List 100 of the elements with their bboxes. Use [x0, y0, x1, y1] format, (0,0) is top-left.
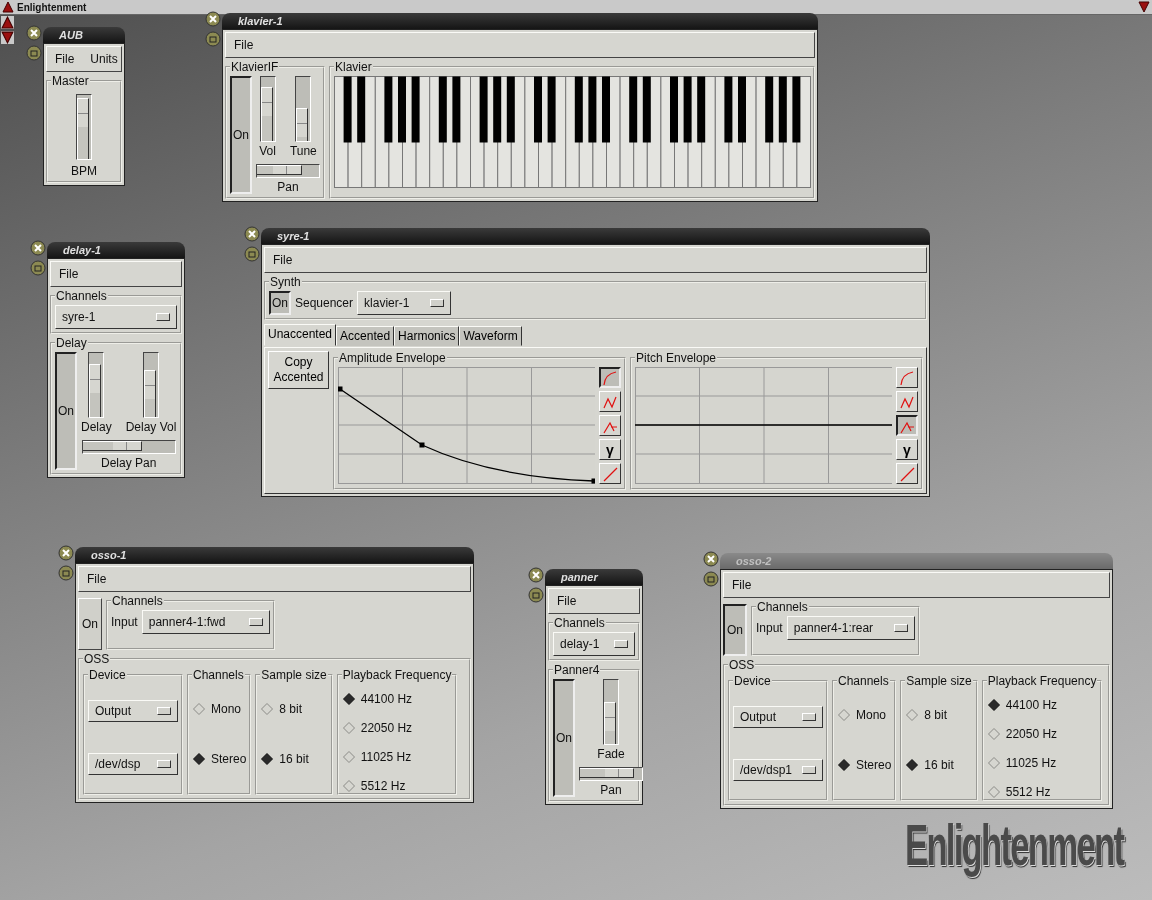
radio-button[interactable] — [906, 709, 919, 721]
channel-dropdown[interactable]: syre-1 — [55, 305, 177, 329]
piano-keyboard-drawing[interactable] — [334, 76, 812, 188]
menu-item[interactable]: File — [234, 38, 254, 52]
slider-thumb[interactable] — [580, 768, 634, 778]
slider-label: Pan — [277, 180, 299, 194]
desktop-title: Enlightenment — [17, 1, 87, 13]
group-label: OSS — [728, 658, 756, 672]
radio-button[interactable] — [261, 703, 274, 715]
radio-button[interactable] — [987, 785, 1000, 798]
option-label: 5512 Hz — [1005, 784, 1051, 799]
device-dropdown[interactable]: /dev/dsp — [88, 752, 178, 775]
radio-button[interactable] — [987, 756, 1000, 769]
power-toggle[interactable]: On — [553, 679, 575, 797]
tab[interactable]: Accented — [336, 326, 395, 346]
radio-button[interactable] — [838, 709, 850, 721]
shade-icon[interactable] — [703, 571, 719, 587]
radio-button[interactable] — [342, 721, 355, 734]
option-label: 44100 Hz — [1005, 697, 1058, 712]
curve-tool-button[interactable] — [599, 367, 621, 388]
power-toggle[interactable]: On — [269, 291, 291, 315]
slider-thumb[interactable] — [604, 701, 616, 744]
radio-button[interactable] — [838, 759, 850, 771]
sequencer-dropdown[interactable]: klavier-1 — [357, 291, 452, 315]
up-arrow-icon[interactable] — [1, 16, 14, 29]
group-label: Master — [51, 74, 90, 88]
slider-thumb[interactable] — [257, 165, 303, 175]
menu-item[interactable]: File — [87, 572, 107, 586]
close-icon[interactable] — [30, 240, 46, 256]
radio-button[interactable] — [342, 692, 355, 705]
group-label: Pitch Envelope — [635, 351, 718, 365]
window-title: panner — [561, 571, 598, 583]
close-icon[interactable] — [26, 25, 42, 41]
slider-label: Delay Vol — [125, 420, 177, 434]
shade-icon[interactable] — [528, 587, 544, 603]
radio-button[interactable] — [261, 753, 274, 765]
menu-item[interactable]: File — [59, 267, 79, 281]
device-dropdown[interactable]: Output — [88, 699, 178, 722]
curve-tool-button[interactable] — [896, 415, 918, 436]
menu-item[interactable]: File — [732, 578, 752, 592]
up-arrow-icon[interactable] — [2, 1, 14, 13]
option-label: 22050 Hz — [360, 720, 413, 735]
curve-curve-icon — [898, 368, 916, 387]
group-label: Delay — [55, 336, 88, 350]
copy-accented-button[interactable]: Copy Accented — [268, 351, 329, 389]
down-arrow-icon[interactable] — [1138, 1, 1150, 13]
radio-button[interactable] — [342, 750, 355, 763]
slider-thumb[interactable] — [296, 107, 309, 141]
slider-thumb[interactable] — [89, 363, 102, 417]
device-dropdown[interactable]: /dev/dsp1 — [733, 758, 823, 781]
radio-button[interactable] — [342, 779, 355, 792]
slider-thumb[interactable] — [144, 369, 157, 417]
power-toggle[interactable]: On — [78, 598, 102, 650]
slider-thumb[interactable] — [77, 98, 89, 159]
radio-button[interactable] — [193, 753, 205, 765]
group-label: Sample size — [905, 674, 973, 688]
input-label: Input — [756, 621, 783, 635]
power-toggle[interactable]: On — [55, 352, 77, 470]
input-dropdown[interactable]: panner4-1:fwd — [141, 610, 270, 634]
group-label: Playback Frequency — [341, 668, 453, 682]
menu-item[interactable]: Units — [90, 52, 118, 66]
close-icon[interactable] — [205, 11, 221, 27]
dropdown-indicator-icon — [157, 706, 171, 715]
down-arrow-icon[interactable] — [1, 31, 14, 44]
close-icon[interactable] — [244, 226, 260, 242]
group-label: Klavier — [334, 60, 373, 74]
tab[interactable]: Harmonics — [394, 326, 460, 346]
gamma-tool-button[interactable]: γ — [599, 439, 621, 460]
input-dropdown[interactable]: panner4-1:rear — [786, 616, 915, 640]
window-title: klavier-1 — [238, 15, 283, 27]
group-label: Sample size — [260, 668, 328, 682]
power-toggle[interactable]: On — [230, 76, 252, 194]
gamma-tool-button[interactable]: γ — [896, 439, 918, 460]
radio-button[interactable] — [987, 698, 1000, 711]
slider-thumb[interactable] — [260, 87, 273, 141]
close-icon[interactable] — [703, 551, 719, 567]
tab[interactable]: Waveform — [459, 326, 522, 346]
tab[interactable]: Unaccented — [264, 324, 337, 346]
slider-label: Pan — [600, 783, 622, 797]
slider-thumb[interactable] — [82, 441, 143, 451]
dropdown-indicator-icon — [893, 624, 908, 632]
slider-label: Tune — [289, 144, 317, 158]
option-label: 8 bit — [279, 702, 303, 716]
group-label: Playback Frequency — [986, 674, 1098, 688]
power-toggle[interactable]: On — [723, 604, 747, 656]
radio-button[interactable] — [193, 703, 205, 715]
channel-dropdown[interactable]: delay-1 — [553, 632, 635, 656]
radio-button[interactable] — [987, 727, 1000, 740]
menu-item[interactable]: File — [557, 594, 577, 608]
group-label: Device — [88, 668, 127, 682]
device-dropdown[interactable]: Output — [733, 705, 823, 728]
close-icon[interactable] — [528, 567, 544, 583]
menu-item[interactable]: File — [273, 253, 293, 267]
group-label: Channels — [553, 616, 606, 630]
radio-button[interactable] — [906, 759, 919, 771]
dropdown-indicator-icon — [802, 712, 816, 721]
menu-item[interactable]: File — [55, 52, 75, 66]
dropdown-indicator-icon — [156, 313, 170, 321]
close-icon[interactable] — [58, 545, 74, 561]
window-title: osso-2 — [736, 555, 772, 567]
